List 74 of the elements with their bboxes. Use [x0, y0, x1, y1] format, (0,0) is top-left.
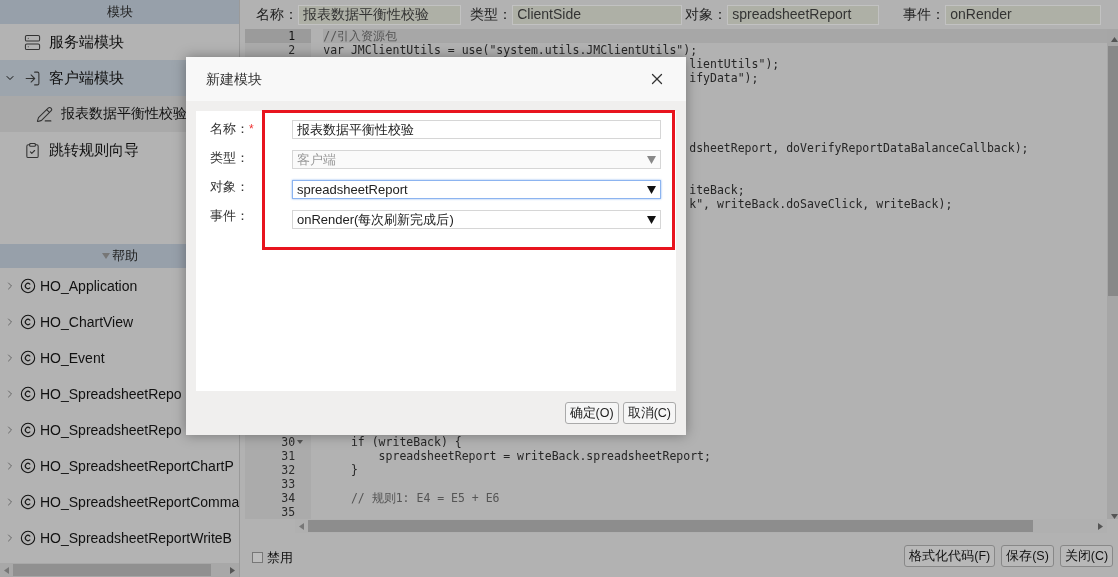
code-line: ifyData"); — [689, 71, 759, 85]
scroll-right-icon[interactable] — [1098, 522, 1104, 530]
read-only-field: spreadsheetReport — [727, 4, 880, 25]
pencil-icon — [36, 105, 53, 123]
tree-item[interactable]: HO_SpreadsheetReportWriteB — [0, 520, 240, 556]
line-number: 31 — [281, 449, 296, 463]
caret-icon — [647, 155, 656, 164]
tree-item[interactable]: HO_Application — [0, 268, 240, 304]
copyright-icon — [20, 530, 36, 546]
dialog-button[interactable]: 确定(O) — [564, 402, 619, 424]
code-line: // 规则1: E4 = E5 + E6 — [349, 491, 500, 505]
input-field[interactable]: 报表数据平衡性校验 — [292, 120, 661, 139]
copyright-icon — [20, 458, 36, 474]
dropdown[interactable]: spreadsheetReport — [292, 180, 661, 199]
line-number: 33 — [281, 477, 296, 491]
tree-item[interactable]: HO_Event — [0, 340, 240, 376]
dialog-button[interactable]: 取消(C) — [622, 402, 676, 424]
code-line: spreadsheetReport = writeBack.spreadsheetReport; — [377, 449, 711, 463]
footer-button[interactable]: 格式化代码(F) — [904, 545, 996, 567]
line-number: 35 — [281, 505, 296, 519]
code-line: var JMClientUtils = use("system.utils.JMClientUtils"); — [323, 43, 698, 57]
field-label: 事件： — [903, 5, 946, 24]
field-label: 类型： — [470, 5, 513, 24]
read-only-field: onRender — [945, 4, 1102, 25]
copyright-icon — [20, 494, 36, 510]
server-icon — [24, 33, 41, 51]
copyright-icon — [20, 278, 36, 294]
scroll-down-icon[interactable] — [1110, 514, 1118, 519]
line-number: 30 — [281, 435, 296, 449]
tree-item[interactable]: HO_ChartView — [0, 304, 240, 340]
vertical-scrollbar[interactable] — [1107, 29, 1118, 519]
code-line: k", writeBack.doSaveClick, writeBack); — [689, 197, 953, 211]
read-only-field: 报表数据平衡性校验 — [298, 4, 462, 25]
line-number: 32 — [281, 463, 296, 477]
field-label: 对象： — [210, 178, 249, 197]
copyright-icon — [20, 350, 36, 366]
panel-header: 模块 — [0, 0, 240, 24]
tree-item[interactable]: HO_SpreadsheetReportChartP — [0, 448, 240, 484]
field-label: 名称： — [256, 5, 299, 24]
code-line: //引入资源包 — [323, 29, 398, 43]
checkbox[interactable] — [252, 551, 264, 563]
caret-icon — [647, 185, 656, 194]
code-line: lientUtils"); — [689, 57, 780, 71]
scroll-left-icon[interactable] — [4, 566, 9, 574]
field-label: 事件： — [210, 207, 249, 226]
tree-item[interactable]: HO_SpreadsheetRepo — [0, 412, 240, 448]
code-line: iteBack; — [689, 183, 745, 197]
scroll-right-icon[interactable] — [230, 566, 236, 574]
scroll-left-icon[interactable] — [299, 522, 305, 530]
copyright-icon — [20, 386, 36, 402]
footer-button[interactable]: 关闭(C) — [1059, 545, 1114, 567]
clipboard-icon — [24, 141, 41, 159]
tree-item[interactable]: HO_SpreadsheetReportComma — [0, 484, 240, 520]
caret-icon — [101, 253, 110, 259]
fold-icon[interactable] — [297, 440, 304, 444]
field-label: 对象： — [685, 5, 728, 24]
copyright-icon — [20, 314, 36, 330]
tree-item[interactable]: HO_SpreadsheetRepo — [0, 376, 240, 412]
code-line: dsheetReport, doVerifyReportDataBalanceCallback); — [689, 141, 1029, 155]
copyright-icon — [20, 422, 36, 438]
read-only-field: ClientSide — [512, 4, 683, 25]
panel-header: 帮助 — [111, 247, 138, 266]
line-number: 2 — [288, 43, 296, 57]
code-line: if (writeBack) { — [349, 435, 462, 449]
horizontal-scrollbar[interactable] — [0, 563, 240, 577]
login-icon — [24, 69, 41, 87]
line-number: 34 — [281, 491, 296, 505]
code-line: } — [349, 463, 358, 477]
dropdown[interactable]: onRender(每次刷新完成后) — [292, 210, 661, 229]
scroll-up-icon[interactable] — [1110, 37, 1118, 42]
checkbox-label: 禁用 — [267, 548, 294, 567]
line-number: 1 — [288, 29, 296, 43]
caret-icon — [647, 215, 656, 224]
footer-button[interactable]: 保存(S) — [1001, 545, 1054, 567]
